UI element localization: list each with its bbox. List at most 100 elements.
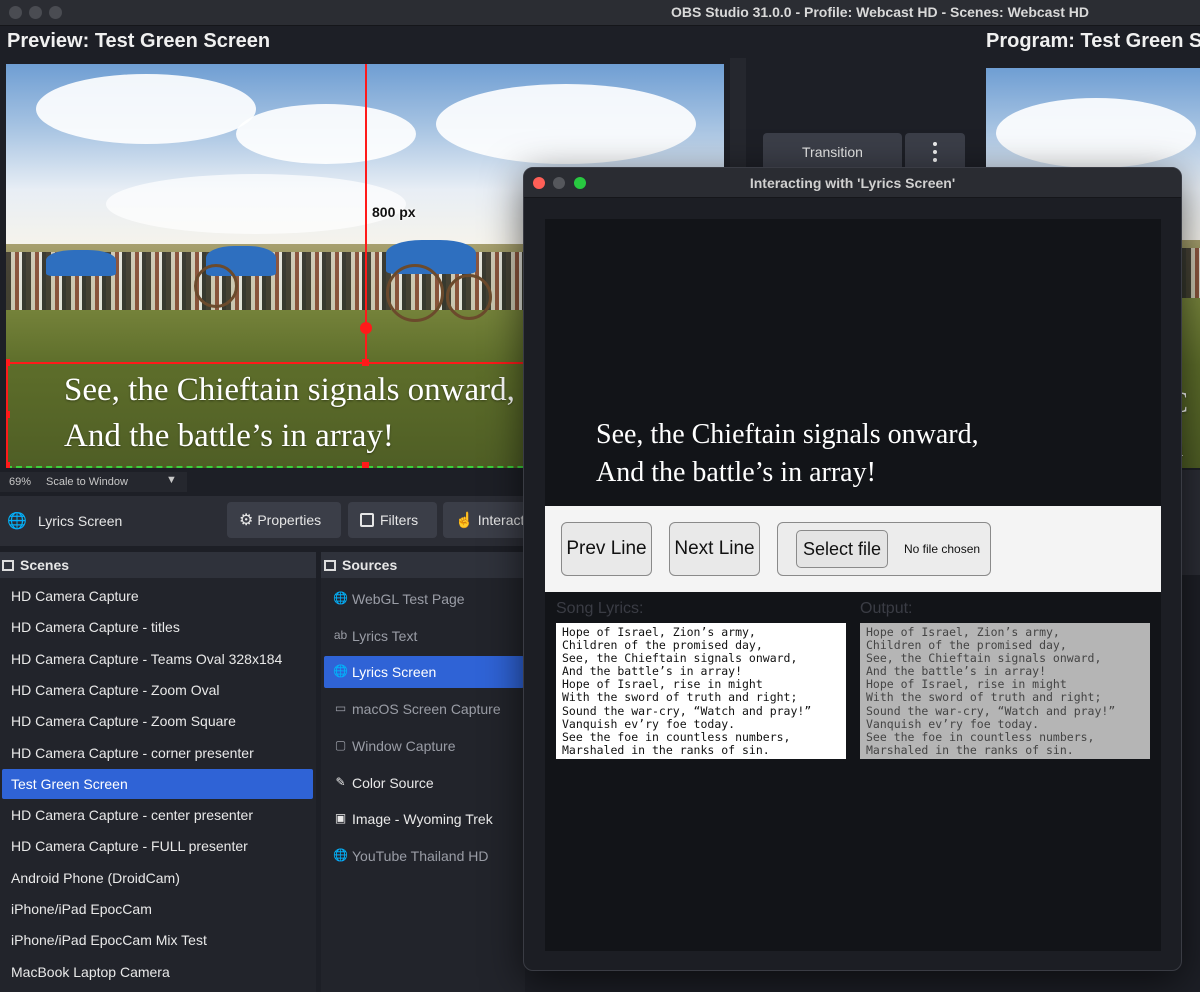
scale-mode-select[interactable]: Scale to Window <box>46 476 128 488</box>
brush-icon: ✎ <box>335 774 346 789</box>
filters-label: Filters <box>380 512 419 528</box>
preview-lyric-line-2: And the battle’s in array! <box>64 418 394 454</box>
wagon-cover <box>46 250 116 276</box>
zoom-window-button[interactable] <box>49 6 62 19</box>
file-status-text: No file chosen <box>904 542 981 556</box>
globe-icon: 🌐 <box>333 664 348 679</box>
scene-item[interactable]: HD Camera Capture - Zoom Oval <box>2 675 313 705</box>
chevron-down-icon[interactable]: ▼ <box>166 474 177 486</box>
source-item-label: WebGL Test Page <box>352 591 465 607</box>
scene-item[interactable]: HD Camera Capture - FULL presenter <box>2 831 313 861</box>
more-icon-dot <box>933 150 937 154</box>
scene-item[interactable]: HD Camera Capture - corner presenter <box>2 738 313 768</box>
scene-item[interactable]: HD Camera Capture - Teams Oval 328x184 <box>2 644 313 674</box>
filters-button[interactable]: Filters <box>348 502 437 538</box>
filters-icon <box>360 513 374 527</box>
resize-handle[interactable] <box>6 462 10 468</box>
wagon-wheel <box>386 264 444 322</box>
source-item-label: Lyrics Text <box>352 627 418 644</box>
monitor-icon: ▭ <box>334 701 347 716</box>
size-readout: 800 px <box>372 204 416 220</box>
source-item[interactable]: 🌐 YouTube Thailand HD <box>324 840 524 872</box>
scene-item[interactable]: Test Green Screen <box>2 768 313 799</box>
file-input[interactable]: Select file No file chosen <box>777 522 991 576</box>
preview-lyric-line-1: See, the Chieftain signals onward, <box>64 372 515 408</box>
program-title: Program: Test Green Sc <box>986 30 1200 52</box>
lyric-line-1: See, the Chieftain signals onward, <box>596 419 979 450</box>
source-item-label: Image - Wyoming Trek <box>352 811 493 828</box>
sources-dock-header: Sources <box>321 552 525 578</box>
scene-item[interactable]: HD Camera Capture - center presenter <box>2 800 313 830</box>
select-file-button[interactable]: Select file <box>796 530 888 568</box>
properties-button[interactable]: ⚙ Properties <box>227 502 341 538</box>
output-textarea: Hope of Israel, Zion’s army, Children of… <box>860 623 1150 759</box>
scene-item[interactable]: HD Camera Capture <box>2 581 313 611</box>
interact-label: Interact <box>477 512 525 528</box>
source-item[interactable]: 🌐 WebGL Test Page <box>324 583 524 615</box>
source-toolbar: 🌐 Lyrics Screen ⚙ Properties Filters ☝ I… <box>0 496 533 546</box>
lyrics-web-page[interactable]: See, the Chieftain signals onward, And t… <box>545 219 1161 951</box>
minimize-window-button[interactable] <box>553 177 565 189</box>
scene-item[interactable]: MacBook Laptop Camera <box>2 957 313 987</box>
resize-handle[interactable] <box>362 462 369 468</box>
cloud <box>996 98 1196 168</box>
interact-window-title: Interacting with 'Lyrics Screen' <box>524 168 1181 198</box>
source-item-label: Lyrics Screen <box>352 664 437 681</box>
source-item[interactable]: 🌐 Lyrics Screen <box>324 656 524 689</box>
source-item-label: YouTube Thailand HD <box>352 847 489 864</box>
gear-icon: ⚙ <box>239 512 254 529</box>
scene-item[interactable]: HD Camera Capture - Zoom Square <box>2 706 313 736</box>
preview-title: Preview: Test Green Screen <box>7 30 271 52</box>
song-lyrics-label: Song Lyrics: <box>556 600 644 617</box>
source-item[interactable]: ab Lyrics Text <box>324 620 524 652</box>
source-item[interactable]: ▢ Window Capture <box>324 730 524 762</box>
source-item[interactable]: ✎ Color Source <box>324 767 524 799</box>
text-icon: ab <box>333 627 348 642</box>
source-item-label: macOS Screen Capture <box>352 701 501 718</box>
scene-item[interactable]: iPhone/iPad EpocCam <box>2 894 313 924</box>
sources-title: Sources <box>342 557 398 573</box>
resize-handle[interactable] <box>6 411 10 418</box>
interact-window: Interacting with 'Lyrics Screen' See, th… <box>523 167 1182 971</box>
cloud <box>236 104 416 164</box>
song-lyrics-textarea[interactable]: Hope of Israel, Zion’s army, Children of… <box>556 623 846 759</box>
selected-source-label: Lyrics Screen <box>38 513 123 529</box>
hand-pointer-icon: ☝ <box>455 512 474 529</box>
output-label: Output: <box>860 600 913 617</box>
scenes-title: Scenes <box>20 557 70 573</box>
app-titlebar: OBS Studio 31.0.0 - Profile: Webcast HD … <box>0 0 1200 26</box>
scene-item[interactable]: HD Camera Capture - titles <box>2 612 313 642</box>
wagon-wheel <box>446 274 492 320</box>
close-window-button[interactable] <box>9 6 22 19</box>
prev-line-button[interactable]: Prev Line <box>561 522 652 576</box>
source-item[interactable]: ▭ macOS Screen Capture <box>324 693 524 725</box>
transition-button[interactable]: Transition <box>763 133 902 171</box>
resize-handle[interactable] <box>362 359 369 366</box>
dock-icon <box>324 559 336 571</box>
next-line-button[interactable]: Next Line <box>669 522 760 576</box>
source-item[interactable]: ▣ Image - Wyoming Trek <box>324 803 524 835</box>
cloud <box>106 174 406 234</box>
program-side-panel <box>1180 470 1200 575</box>
interact-button[interactable]: ☝ Interact <box>443 502 533 538</box>
properties-label: Properties <box>257 512 322 528</box>
zoom-window-button[interactable] <box>574 177 586 189</box>
scenes-dock-header: Scenes <box>0 552 316 578</box>
globe-icon: 🌐 <box>7 513 27 530</box>
minimize-window-button[interactable] <box>29 6 42 19</box>
preview-status-bar: 69% Scale to Window ▼ <box>0 472 187 492</box>
source-item-label: Window Capture <box>352 737 456 754</box>
cloud <box>436 84 696 164</box>
window-title: OBS Studio 31.0.0 - Profile: Webcast HD … <box>670 4 1090 20</box>
resize-handle[interactable] <box>6 359 10 366</box>
globe-icon: 🌐 <box>333 847 348 862</box>
lyrics-controls: Prev Line Next Line Select file No file … <box>545 506 1161 592</box>
image-icon: ▣ <box>334 811 347 826</box>
scene-item[interactable]: Android Phone (DroidCam) <box>2 863 313 893</box>
close-window-button[interactable] <box>533 177 545 189</box>
scene-item[interactable]: iPhone/iPad EpocCam Mix Test <box>2 925 313 955</box>
source-item-label: Color Source <box>352 774 434 791</box>
transition-menu-button[interactable] <box>905 133 965 171</box>
globe-icon: 🌐 <box>333 591 348 605</box>
rotate-handle[interactable] <box>360 322 372 334</box>
